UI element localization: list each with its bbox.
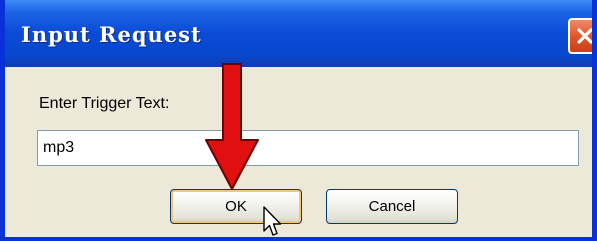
red-down-arrow-icon	[205, 63, 259, 190]
cancel-button[interactable]: Cancel	[326, 189, 458, 224]
title-bar[interactable]: Input Request	[5, 0, 592, 67]
trigger-text-input[interactable]	[37, 130, 579, 166]
dialog-body: Enter Trigger Text: OK Cancel	[5, 67, 592, 237]
ok-button[interactable]: OK	[170, 189, 302, 224]
input-request-dialog: Input Request Enter Trigger Text: OK Can…	[0, 0, 597, 241]
window-title: Input Request	[21, 22, 202, 47]
close-x-icon	[577, 28, 592, 44]
mouse-pointer-icon	[263, 206, 282, 236]
close-button[interactable]	[568, 18, 592, 54]
prompt-label: Enter Trigger Text:	[39, 95, 170, 112]
